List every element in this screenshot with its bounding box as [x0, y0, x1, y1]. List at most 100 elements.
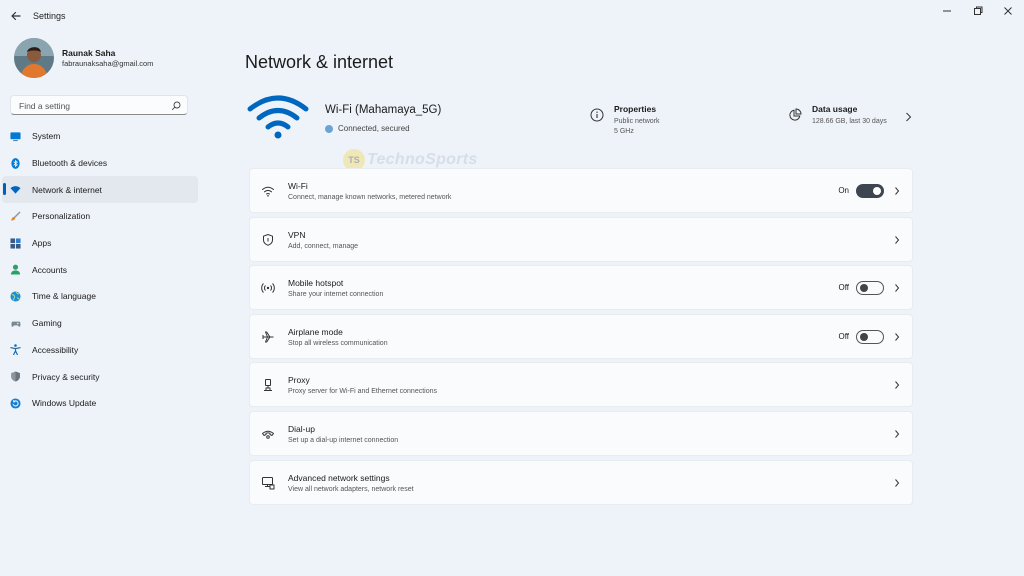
airplane-mode-toggle[interactable] [856, 329, 884, 344]
search-placeholder: Find a setting [19, 101, 71, 111]
user-profile[interactable]: Raunak Saha fabraunaksaha@gmail.com [14, 38, 214, 78]
pie-chart-icon [789, 108, 802, 121]
globe-icon [10, 291, 21, 302]
mobile-hotspot-card[interactable]: Mobile hotspot Share your internet conne… [249, 265, 913, 311]
sidebar-item-time-language[interactable]: Time & language [2, 283, 198, 310]
settings-list: Wi-Fi Connect, manage known networks, me… [249, 168, 913, 508]
properties-title: Properties [614, 104, 657, 114]
wifi-icon [262, 186, 274, 197]
sidebar-item-apps[interactable]: Apps [2, 230, 198, 257]
back-button[interactable] [8, 8, 24, 24]
card-title: Dial-up [288, 423, 315, 434]
card-subtitle: Stop all wireless communication [288, 339, 388, 347]
card-subtitle: Add, connect, manage [288, 242, 359, 250]
data-usage-link[interactable]: Data usage 128.66 GB, last 30 days [788, 104, 913, 140]
dial-up-card[interactable]: Dial-up Set up a dial-up internet connec… [249, 410, 913, 456]
connection-status: Connected, secured [325, 124, 410, 133]
chevron-right-icon [895, 381, 900, 390]
card-title: Advanced network settings [288, 472, 390, 483]
toggle-state-label: On [838, 186, 849, 195]
person-icon [10, 264, 21, 275]
sidebar-item-system[interactable]: System [2, 123, 198, 150]
apps-icon [10, 238, 21, 249]
brush-icon [11, 211, 21, 221]
search-input[interactable]: Find a setting [10, 95, 188, 115]
avatar-photo-icon [14, 38, 54, 78]
sidebar-item-accessibility[interactable]: Accessibility [2, 337, 198, 364]
sidebar-item-label: Accounts [32, 264, 67, 275]
monitor-icon [10, 132, 21, 141]
mobile-hotspot-toggle[interactable] [856, 281, 884, 296]
sidebar-item-gaming[interactable]: Gaming [2, 310, 198, 337]
hotspot-icon [261, 283, 275, 294]
airplane-icon [262, 331, 274, 343]
app-title: Settings [33, 11, 66, 21]
card-title: Airplane mode [288, 326, 343, 337]
info-icon [590, 108, 604, 122]
sidebar-item-accounts[interactable]: Accounts [2, 256, 198, 283]
card-subtitle: Proxy server for Wi-Fi and Ethernet conn… [288, 388, 438, 396]
wifi-icon [10, 186, 21, 194]
sidebar-item-label: Privacy & security [32, 371, 100, 382]
vpn-card[interactable]: VPN Add, connect, manage [249, 216, 913, 262]
accessibility-icon [10, 344, 21, 356]
connection-name: Wi-Fi (Mahamaya_5G) [325, 104, 442, 116]
card-title: Proxy [288, 375, 310, 386]
card-subtitle: View all network adapters, network reset [288, 485, 414, 493]
sidebar-item-privacy[interactable]: Privacy & security [2, 363, 198, 390]
vpn-shield-icon [263, 233, 273, 246]
toggle-state-label: Off [838, 331, 849, 341]
chevron-right-icon [895, 478, 900, 487]
sidebar-item-bluetooth[interactable]: Bluetooth & devices [2, 150, 198, 177]
toggle-knob [860, 284, 868, 293]
sidebar-item-personalization[interactable]: Personalization [2, 203, 198, 230]
search-icon [171, 101, 181, 111]
bluetooth-icon [11, 157, 20, 169]
sidebar-item-label: Gaming [32, 318, 62, 329]
sidebar-item-network[interactable]: Network & internet [2, 176, 198, 204]
close-button[interactable] [993, 3, 1023, 19]
data-usage-amount: 128.66 GB, last 30 days [812, 118, 887, 125]
card-subtitle: Connect, manage known networks, metered … [288, 194, 452, 201]
airplane-mode-card[interactable]: Airplane mode Stop all wireless communic… [249, 313, 913, 359]
wifi-hero-icon [247, 95, 309, 139]
sidebar-item-label: Apps [32, 238, 52, 249]
minimize-icon [943, 10, 951, 12]
network-band: 5 GHz [614, 128, 634, 135]
wifi-card[interactable]: Wi-Fi Connect, manage known networks, me… [249, 168, 913, 213]
chevron-right-icon [895, 187, 900, 195]
title-bar: Settings [0, 0, 1024, 32]
toggle-knob [873, 187, 881, 195]
sidebar-item-label: Windows Update [32, 398, 97, 409]
chevron-right-icon [895, 332, 900, 341]
wifi-toggle[interactable] [856, 184, 884, 198]
chevron-right-icon [906, 112, 912, 122]
chevron-right-icon [895, 235, 900, 244]
user-name: Raunak Saha [62, 48, 116, 58]
restore-icon [974, 6, 983, 15]
advanced-network-settings-card[interactable]: Advanced network settings View all netwo… [249, 459, 913, 505]
card-title: Mobile hotspot [288, 278, 344, 289]
card-title: VPN [288, 229, 306, 240]
proxy-card[interactable]: Proxy Proxy server for Wi-Fi and Etherne… [249, 362, 913, 408]
close-icon [1004, 7, 1012, 15]
back-arrow-icon [11, 11, 21, 21]
sidebar-item-label: Bluetooth & devices [32, 158, 108, 169]
sidebar-item-label: Accessibility [32, 344, 79, 355]
sidebar-nav: System Bluetooth & devices Network & int… [2, 123, 198, 417]
network-type: Public network [614, 118, 660, 125]
card-title: Wi-Fi [288, 181, 308, 191]
sidebar-item-label: System [32, 131, 61, 142]
proxy-icon [264, 379, 272, 392]
data-usage-title: Data usage [812, 104, 858, 114]
maximize-button[interactable] [963, 3, 993, 19]
watermark-text: TechnoSports [367, 151, 478, 168]
user-email: fabraunaksaha@gmail.com [62, 59, 154, 68]
sidebar-item-label: Network & internet [32, 184, 102, 195]
minimize-button[interactable] [932, 3, 962, 19]
advanced-network-icon [262, 476, 275, 490]
sidebar-item-label: Personalization [32, 211, 91, 222]
sidebar-item-windows-update[interactable]: Windows Update [2, 390, 198, 417]
connection-status-text: Connected, secured [338, 124, 410, 133]
chevron-right-icon [895, 284, 900, 293]
